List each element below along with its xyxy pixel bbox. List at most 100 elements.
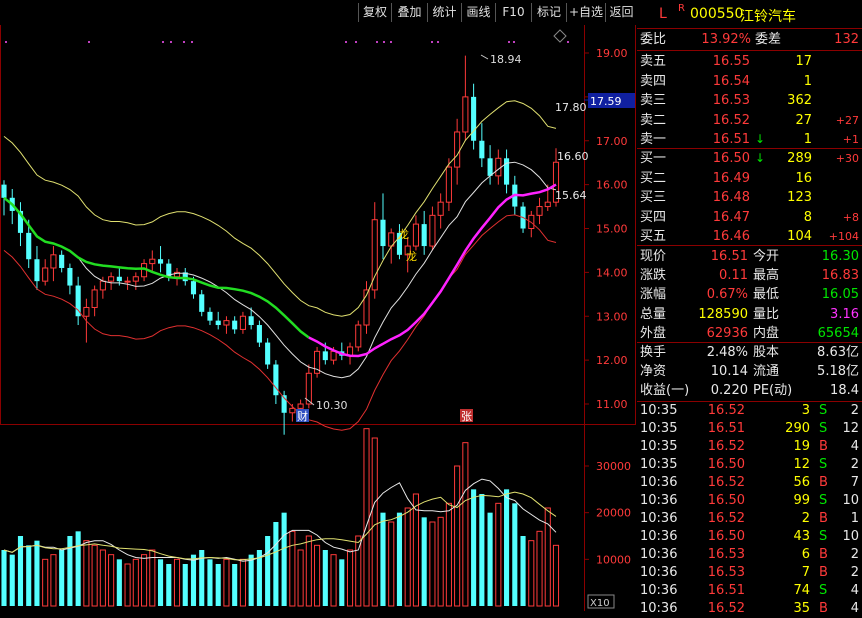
ask-price: 16.51 xyxy=(712,132,750,147)
bid-label: 买四 xyxy=(640,209,667,225)
tick-price: 16.50 xyxy=(707,457,745,472)
tick-row[interactable]: 10:35 16.50 12 S 2 xyxy=(637,456,862,474)
volume-bar xyxy=(528,540,535,607)
quote-row: 外盘 62936 内盘 65654 xyxy=(637,324,862,343)
bid-row[interactable]: 买五 16.46 104 +104 xyxy=(637,227,862,246)
tick-volume: 43 xyxy=(793,529,810,544)
marker-dot xyxy=(183,41,185,43)
fund-value: 0.220 xyxy=(710,383,748,399)
marker-dot xyxy=(376,41,378,43)
tick-price: 16.53 xyxy=(707,565,745,580)
ask-row[interactable]: 卖一 16.51 ↓ 1 +1 xyxy=(637,130,862,149)
volume-bar xyxy=(141,554,148,607)
ask-row[interactable]: 卖二 16.52 27 +27 xyxy=(637,111,862,130)
toolbar-button-6[interactable]: +自选 xyxy=(566,3,605,22)
volume-bar xyxy=(504,489,510,606)
quote-label: 内盘 xyxy=(753,325,780,341)
ask-label: 卖二 xyxy=(640,112,667,128)
tick-time: 10:36 xyxy=(640,493,678,508)
candle-body xyxy=(99,280,106,291)
tick-row[interactable]: 10:36 16.51 74 S 4 xyxy=(637,582,862,600)
tick-time: 10:35 xyxy=(640,439,678,454)
price-tick-label: 12.00 xyxy=(596,354,628,367)
ask-change: +1 xyxy=(842,133,859,146)
volume-bar xyxy=(1,550,7,606)
volume-bar xyxy=(116,559,122,606)
tick-row[interactable]: 10:35 16.51 290 S 12 xyxy=(637,420,862,438)
toolbar-button-4[interactable]: F10 xyxy=(495,3,531,22)
bid-row[interactable]: 买二 16.49 16 xyxy=(637,169,862,188)
kline-chart[interactable]: 11.0012.0013.0014.0015.0016.0017.0018.00… xyxy=(0,0,636,611)
candle-body xyxy=(190,281,197,295)
lower-band-value: 15.64 xyxy=(555,189,587,202)
candle-body xyxy=(26,232,32,260)
candle-body xyxy=(132,276,139,282)
tick-row[interactable]: 10:36 16.52 2 B 1 xyxy=(637,510,862,528)
quote-label: 涨跌 xyxy=(640,268,667,284)
bid-label: 买五 xyxy=(640,229,667,244)
bid-row[interactable]: 买四 16.47 8 +8 xyxy=(637,208,862,227)
fund-label: 换手 xyxy=(640,345,667,360)
ask-row[interactable]: 卖三 16.53 362 xyxy=(637,91,862,110)
volume-bar xyxy=(355,535,362,607)
commission-row: 委比 13.92% 委差 132 xyxy=(640,32,859,47)
tick-count: 7 xyxy=(850,475,859,490)
tick-row[interactable]: 10:35 16.52 3 S 2 xyxy=(637,402,862,420)
toolbar-button-0[interactable]: 复权 xyxy=(358,3,391,22)
tick-count: 4 xyxy=(850,439,859,454)
toolbar-button-5[interactable]: 标记 xyxy=(531,3,566,22)
volume-bar xyxy=(479,494,485,606)
candle-body xyxy=(223,320,230,326)
stock-code[interactable]: 000550 xyxy=(690,6,743,22)
bid-row[interactable]: 买三 16.48 123 xyxy=(637,188,862,207)
ask-label: 卖五 xyxy=(640,54,667,69)
volume-bar xyxy=(91,544,98,607)
marker-dot xyxy=(345,41,347,43)
tick-row[interactable]: 10:36 16.52 35 B 4 xyxy=(637,600,862,618)
price-tick-label: 19.00 xyxy=(596,47,628,60)
quote-value: 16.30 xyxy=(821,249,859,264)
candle-body xyxy=(207,311,213,321)
candle-body xyxy=(149,258,156,265)
quote-value: 65654 xyxy=(817,325,859,341)
tick-row[interactable]: 10:36 16.50 99 S 10 xyxy=(637,492,862,510)
volume-bar xyxy=(190,554,197,606)
toolbar-button-2[interactable]: 统计 xyxy=(427,3,461,22)
volume-bar xyxy=(273,522,279,606)
fund-row: 收益(一) 0.220 PE(动) 18.4 xyxy=(637,381,862,400)
tick-time: 10:36 xyxy=(640,529,678,544)
candle-body xyxy=(42,267,49,282)
quote-row: 总量 128590 量比 3.16 xyxy=(637,305,862,324)
tick-row[interactable]: 10:36 16.50 43 S 10 xyxy=(637,528,862,546)
price-tick-label: 11.00 xyxy=(596,398,628,411)
candle-body xyxy=(232,320,238,330)
bid-label: 买二 xyxy=(640,170,667,186)
tick-row[interactable]: 10:36 16.52 56 B 7 xyxy=(637,474,862,492)
tick-time: 10:35 xyxy=(640,457,678,472)
tick-row[interactable]: 10:36 16.53 6 B 2 xyxy=(637,546,862,564)
toolbar-button-3[interactable]: 画线 xyxy=(461,3,495,22)
volume-bar xyxy=(396,512,403,606)
volume-bar xyxy=(346,549,354,607)
stock-name[interactable]: 江铃汽车 xyxy=(740,6,796,26)
tick-count: 2 xyxy=(850,457,859,472)
tick-row[interactable]: 10:36 16.53 7 B 2 xyxy=(637,564,862,582)
tick-count: 10 xyxy=(842,529,859,544)
tick-volume: 74 xyxy=(793,583,810,598)
volume-bar xyxy=(173,558,181,607)
candle-body xyxy=(34,259,40,282)
quote-value: 16.51 xyxy=(710,249,748,264)
bid-row[interactable]: 买一 16.50 ↓ 289 +30 xyxy=(637,149,862,168)
ask-row[interactable]: 卖五 16.55 17 xyxy=(637,52,862,71)
volume-unit: X10 xyxy=(590,598,610,609)
toolbar-button-1[interactable]: 叠加 xyxy=(391,3,427,22)
ask-row[interactable]: 卖四 16.54 1 xyxy=(637,72,862,91)
fund-label: 股本 xyxy=(753,345,780,360)
volume-bar xyxy=(132,558,139,607)
toolbar-button-7[interactable]: 返回 xyxy=(605,3,637,22)
tick-count: 12 xyxy=(842,421,859,436)
tick-count: 10 xyxy=(842,493,859,508)
tick-row[interactable]: 10:35 16.52 19 B 4 xyxy=(637,438,862,456)
quote-label: 最高 xyxy=(753,268,780,284)
high-label: 18.94 xyxy=(490,53,522,66)
